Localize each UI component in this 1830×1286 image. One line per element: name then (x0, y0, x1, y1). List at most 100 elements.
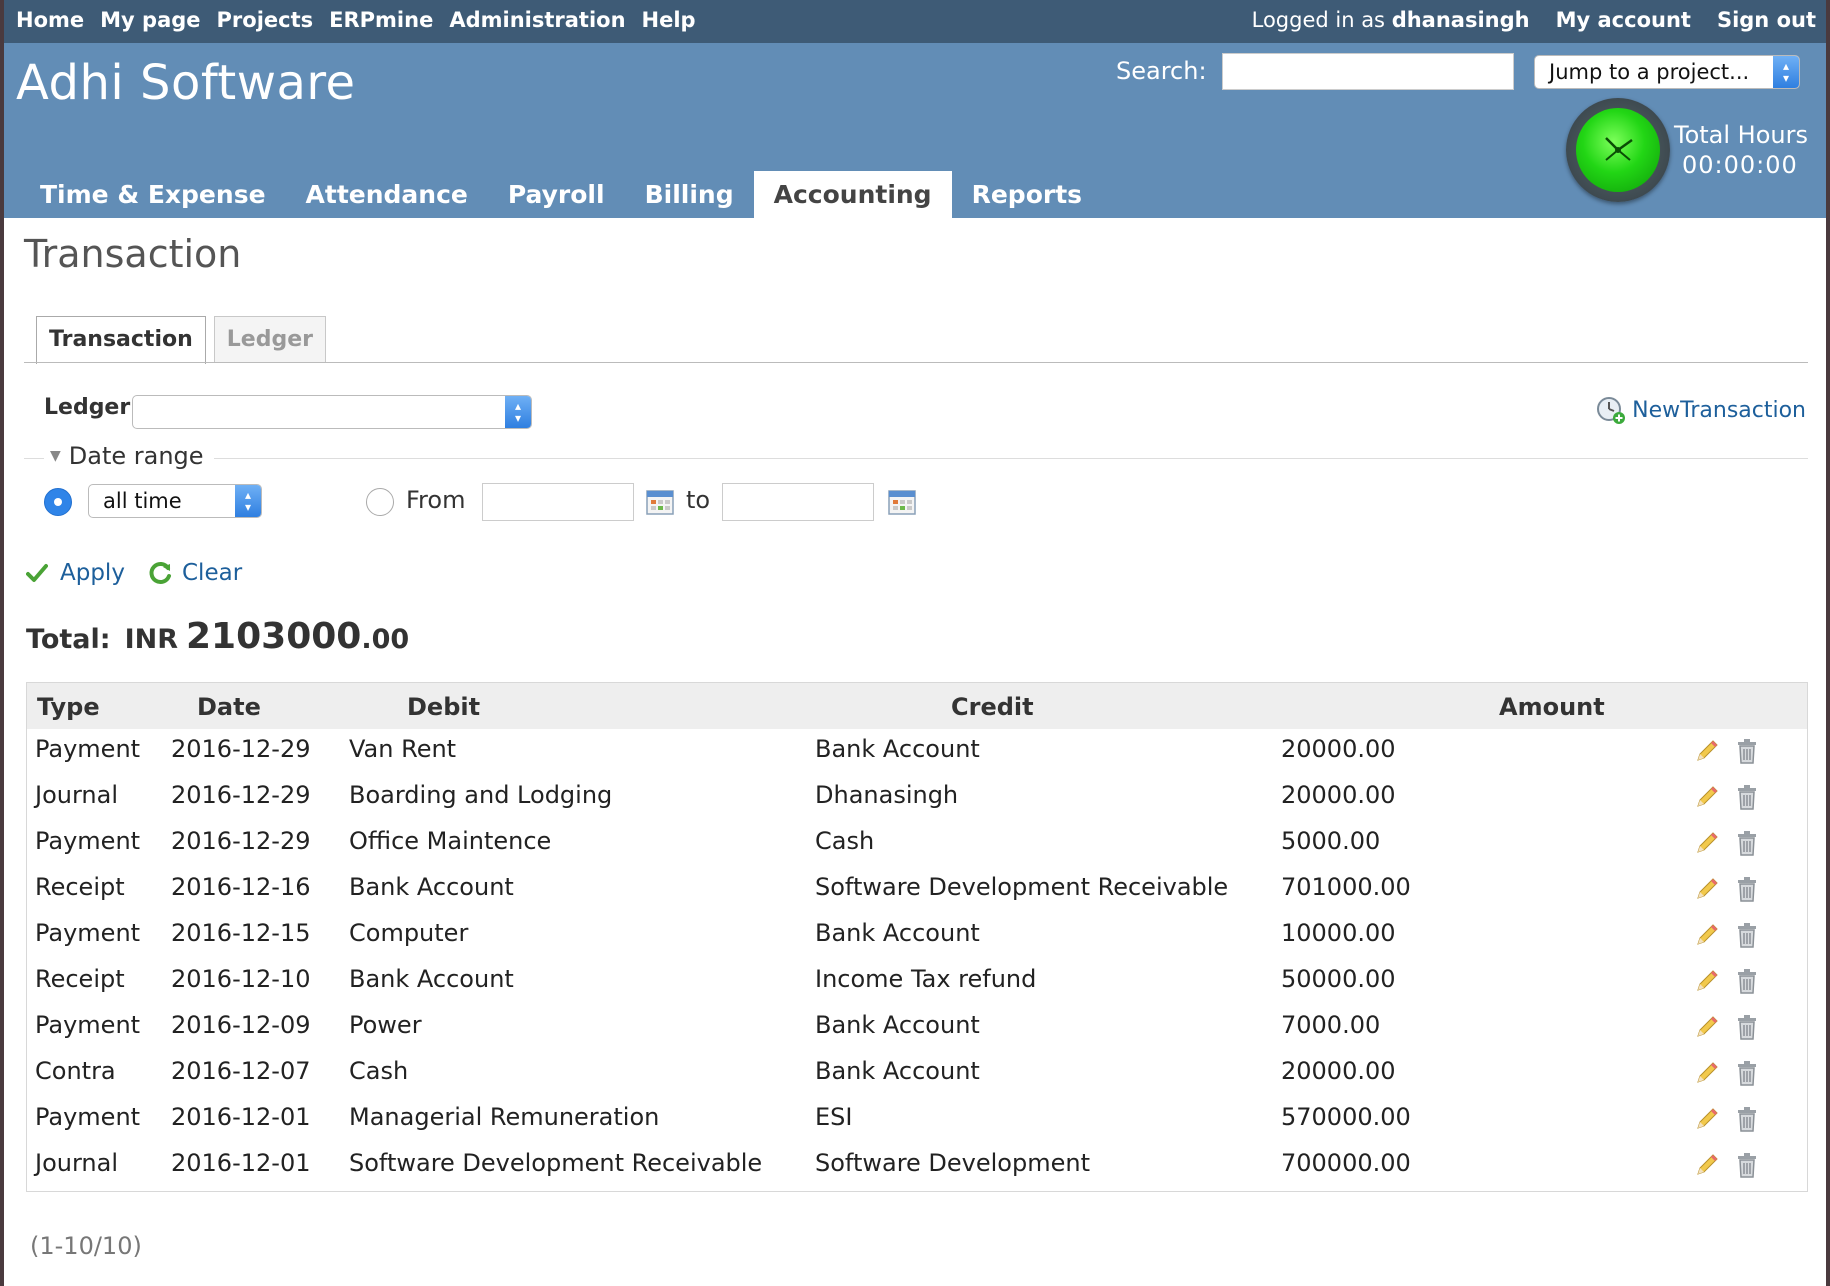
add-clock-icon (1597, 397, 1626, 424)
total-hours-value: 00:00:00 (1682, 151, 1798, 179)
cell-amount: 20000.00 (1281, 735, 1396, 763)
date-range-toggle[interactable]: ▼ Date range (50, 442, 204, 470)
cell-debit: Cash (349, 1057, 409, 1085)
trash-icon[interactable] (1733, 1013, 1761, 1041)
pencil-icon[interactable] (1693, 737, 1721, 765)
cell-amount: 5000.00 (1281, 827, 1381, 855)
jump-to-project-select[interactable]: Jump to a project... ▴ ▾ (1534, 55, 1800, 89)
total-label: Total: (26, 624, 111, 655)
cell-type: Payment (35, 827, 141, 855)
header-credit[interactable]: Credit (951, 693, 1034, 721)
tab-attendance[interactable]: Attendance (286, 171, 488, 218)
menu-administration[interactable]: Administration (449, 8, 625, 32)
tab-reports[interactable]: Reports (952, 171, 1102, 218)
username-link[interactable]: dhanasingh (1392, 8, 1530, 32)
menu-erpmine[interactable]: ERPmine (329, 8, 433, 32)
cell-debit: Power (349, 1011, 422, 1039)
cell-date: 2016-12-09 (171, 1011, 311, 1039)
cell-credit: Bank Account (815, 1011, 980, 1039)
green-clock-icon[interactable] (1566, 98, 1670, 202)
my-account-link[interactable]: My account (1556, 8, 1691, 32)
cell-amount: 7000.00 (1281, 1011, 1381, 1039)
jump-select-value: Jump to a project... (1549, 60, 1750, 84)
cell-debit: Software Development Receivable (349, 1149, 763, 1177)
tab-time-expense[interactable]: Time & Expense (20, 171, 286, 218)
cell-credit: Bank Account (815, 1057, 980, 1085)
date-range-label: Date range (68, 442, 204, 470)
tab-billing[interactable]: Billing (625, 171, 754, 218)
period-select[interactable]: all time ▴ ▾ (88, 484, 262, 518)
header-amount[interactable]: Amount (1499, 693, 1605, 721)
clear-label: Clear (182, 560, 243, 586)
apply-button[interactable]: Apply (26, 560, 125, 586)
trash-icon[interactable] (1733, 737, 1761, 765)
cell-debit: Managerial Remuneration (349, 1103, 660, 1131)
top-menu: Home My page Projects ERPmine Administra… (4, 0, 1826, 43)
subtab-transaction[interactable]: Transaction (36, 316, 206, 364)
cell-type: Contra (35, 1057, 116, 1085)
row-actions (1693, 967, 1761, 995)
from-date-input[interactable] (482, 483, 634, 521)
total-amount: 2103000 (186, 616, 362, 657)
menu-help[interactable]: Help (642, 8, 696, 32)
table-row: Payment 2016-12-09 Power Bank Account 70… (27, 1005, 1807, 1051)
period-radio[interactable] (44, 488, 72, 516)
menu-my-page[interactable]: My page (100, 8, 200, 32)
cell-amount: 700000.00 (1281, 1149, 1411, 1177)
ledger-label: Ledger (44, 395, 131, 420)
trash-icon[interactable] (1733, 967, 1761, 995)
menu-home[interactable]: Home (16, 8, 84, 32)
cell-type: Journal (35, 1149, 119, 1177)
pencil-icon[interactable] (1693, 1151, 1721, 1179)
from-to-radio[interactable] (366, 488, 394, 516)
cell-date: 2016-12-15 (171, 919, 311, 947)
pencil-icon[interactable] (1693, 1013, 1721, 1041)
pencil-icon[interactable] (1693, 921, 1721, 949)
pencil-icon[interactable] (1693, 967, 1721, 995)
ledger-select[interactable]: ▴ ▾ (132, 395, 532, 429)
new-transaction-link[interactable]: NewTransaction (1596, 395, 1806, 425)
cell-amount: 10000.00 (1281, 919, 1396, 947)
cell-credit: Income Tax refund (815, 965, 1037, 993)
trash-icon[interactable] (1733, 1105, 1761, 1133)
logged-in-label: Logged in as dhanasingh (1251, 8, 1530, 32)
subtab-ledger[interactable]: Ledger (213, 316, 326, 363)
cell-type: Payment (35, 1011, 141, 1039)
trash-icon[interactable] (1733, 783, 1761, 811)
header-debit[interactable]: Debit (407, 693, 480, 721)
pencil-icon[interactable] (1693, 875, 1721, 903)
pencil-icon[interactable] (1693, 829, 1721, 857)
pencil-icon[interactable] (1693, 1059, 1721, 1087)
pencil-icon[interactable] (1693, 1105, 1721, 1133)
date-range-divider (24, 458, 1808, 459)
transactions-table: Type Date Debit Credit Amount Payment 20… (26, 682, 1808, 1192)
cell-credit: Software Development (815, 1149, 1090, 1177)
trash-icon[interactable] (1733, 1151, 1761, 1179)
cell-credit: Bank Account (815, 735, 980, 763)
table-body: Payment 2016-12-29 Van Rent Bank Account… (27, 729, 1807, 1189)
calendar-icon[interactable] (888, 489, 916, 515)
clear-button[interactable]: Clear (148, 560, 242, 586)
search-input[interactable] (1222, 53, 1514, 90)
table-row: Journal 2016-12-29 Boarding and Lodging … (27, 775, 1807, 821)
row-actions (1693, 921, 1761, 949)
total-amount-cents: .00 (361, 624, 410, 655)
cell-date: 2016-12-29 (171, 827, 311, 855)
header-date[interactable]: Date (197, 693, 261, 721)
menu-projects[interactable]: Projects (217, 8, 314, 32)
cell-type: Receipt (35, 873, 125, 901)
sign-out-link[interactable]: Sign out (1717, 8, 1816, 32)
calendar-icon[interactable] (646, 489, 674, 515)
tab-payroll[interactable]: Payroll (488, 171, 625, 218)
trash-icon[interactable] (1733, 1059, 1761, 1087)
cell-credit: Bank Account (815, 919, 980, 947)
cell-type: Payment (35, 735, 141, 763)
header-type[interactable]: Type (37, 693, 100, 721)
pencil-icon[interactable] (1693, 783, 1721, 811)
tab-accounting[interactable]: Accounting (753, 171, 952, 218)
trash-icon[interactable] (1733, 875, 1761, 903)
trash-icon[interactable] (1733, 829, 1761, 857)
trash-icon[interactable] (1733, 921, 1761, 949)
to-date-input[interactable] (722, 483, 874, 521)
page-title: Transaction (24, 232, 242, 276)
